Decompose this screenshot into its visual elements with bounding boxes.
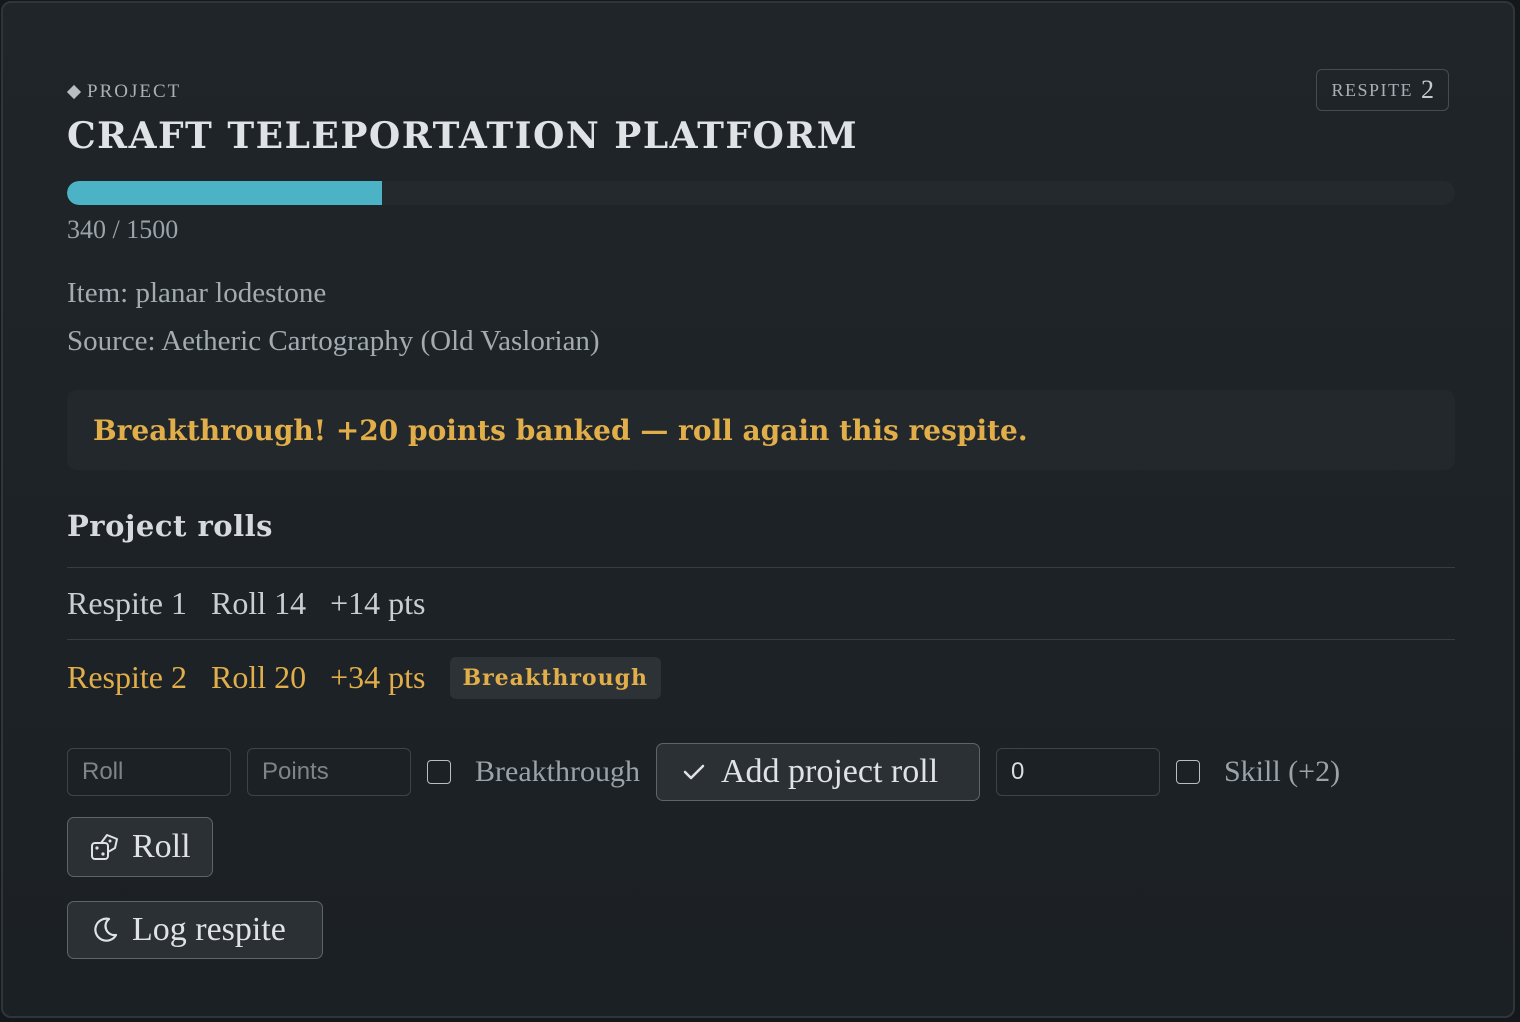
project-card: PROJECT RESPITE 2 CRAFT TELEPORTATION PL… <box>1 1 1515 1018</box>
roll-row-points: +34 pts <box>330 659 426 695</box>
project-title: CRAFT TELEPORTATION PLATFORM <box>67 115 859 157</box>
check-icon <box>683 764 705 780</box>
breakthrough-checkbox[interactable] <box>427 760 451 784</box>
progress-bar <box>67 181 1455 205</box>
progress-fill <box>67 181 382 205</box>
breakthrough-checkbox-label: Breakthrough <box>475 755 640 788</box>
points-input[interactable]: Points <box>247 748 411 796</box>
skill-checkbox-label: Skill (+2) <box>1223 755 1341 788</box>
log-respite-label: Log respite <box>132 911 286 948</box>
roll-button[interactable]: Roll <box>67 817 213 877</box>
respite-badge-number: 2 <box>1421 75 1434 104</box>
skill-checkbox[interactable] <box>1175 760 1200 784</box>
progress-text: 340 / 1500 <box>67 215 179 244</box>
breakthrough-banner: Breakthrough! +20 points banked — roll a… <box>67 390 1455 470</box>
moon-icon <box>94 917 118 942</box>
breakthrough-tag: Breakthrough <box>449 656 661 699</box>
roll-row: Respite 1 Roll 14 +14 pts <box>67 567 1455 639</box>
add-project-roll-label: Add project roll <box>720 753 939 790</box>
source-detail: Source: Aetheric Cartography (Old Vaslor… <box>67 325 600 357</box>
add-project-roll-button[interactable]: Add project roll <box>655 743 980 801</box>
roll-row-points: +14 pts <box>330 585 426 621</box>
roll-button-label: Roll <box>132 828 191 865</box>
roll-row-roll: Roll 14 <box>210 585 307 621</box>
roll-form: Roll Points Breakthrough Add project rol… <box>67 743 1340 801</box>
roll-row-respite: Respite 1 <box>67 585 187 621</box>
kicker-label: PROJECT <box>87 81 182 102</box>
roll-input[interactable]: Roll <box>67 748 231 796</box>
item-detail: Item: planar lodestone <box>67 277 327 309</box>
log-respite-button[interactable]: Log respite <box>67 901 323 959</box>
respite-badge: RESPITE 2 <box>1316 69 1449 111</box>
respite-badge-label: RESPITE <box>1331 79 1413 100</box>
roll-row: Respite 2 Roll 20 +34 pts Breakthrough <box>67 639 1455 715</box>
roll-row-roll: Roll 20 <box>210 659 307 695</box>
roll-row-respite: Respite 2 <box>67 659 187 695</box>
diamond-icon <box>66 84 82 100</box>
modifier-input[interactable]: 0 <box>995 748 1160 796</box>
dice-icon <box>91 834 118 860</box>
banner-text: Breakthrough! +20 points banked — roll a… <box>93 413 1028 447</box>
rolls-section-title: Project rolls <box>67 509 274 543</box>
project-kicker: PROJECT <box>66 81 182 103</box>
